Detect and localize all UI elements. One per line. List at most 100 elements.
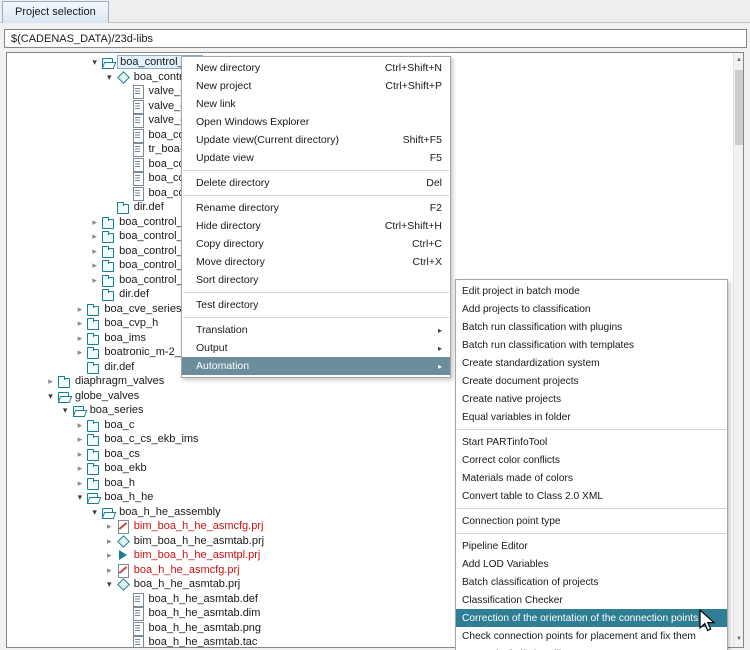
- menu-item[interactable]: Automation▸: [182, 357, 450, 375]
- doc-icon: [131, 622, 144, 634]
- doc-icon: [131, 143, 144, 155]
- collapse-arrow-icon[interactable]: ▾: [103, 70, 116, 85]
- expand-arrow-icon[interactable]: ▸: [73, 418, 86, 433]
- expand-arrow-icon[interactable]: ▸: [88, 229, 101, 244]
- tree-item-label: bim_boa_h_he_asmtpl.prj: [132, 549, 263, 561]
- menu-shortcut: Del: [426, 177, 442, 189]
- prj-edit-icon: [116, 564, 129, 576]
- expand-arrow-icon[interactable]: ▸: [103, 534, 116, 549]
- menu-item[interactable]: Batch run classification with templates: [456, 336, 727, 354]
- menu-separator: [457, 429, 726, 430]
- collapse-arrow-icon[interactable]: ▾: [88, 55, 101, 70]
- expand-arrow-icon[interactable]: ▸: [88, 215, 101, 230]
- menu-item[interactable]: Correction of the orientation of the con…: [456, 609, 727, 627]
- menu-item[interactable]: Create native projects: [456, 390, 727, 408]
- menu-separator: [183, 195, 449, 196]
- expand-arrow-icon[interactable]: ▸: [73, 302, 86, 317]
- expand-arrow-icon[interactable]: ▸: [73, 461, 86, 476]
- tree-item-label: boa_ims: [102, 332, 148, 344]
- menu-item-label: Delete directory: [196, 177, 270, 189]
- menu-item-label: Translation: [196, 324, 248, 336]
- collapse-arrow-icon[interactable]: ▾: [44, 389, 57, 404]
- menu-item[interactable]: Equal variables in folder: [456, 408, 727, 426]
- menu-item[interactable]: Delete directory Del: [182, 174, 450, 192]
- menu-item-label: Move directory: [196, 256, 265, 268]
- folder-open-icon: [101, 506, 114, 518]
- menu-item-label: Test directory: [196, 299, 258, 311]
- folder-icon: [101, 230, 114, 242]
- menu-item-label: Automation: [196, 360, 249, 372]
- expand-arrow-icon[interactable]: ▸: [73, 345, 86, 360]
- folder-icon: [101, 245, 114, 257]
- expand-arrow-icon[interactable]: ▸: [73, 447, 86, 462]
- menu-item[interactable]: Add LOD Variables: [456, 555, 727, 573]
- menu-item[interactable]: Edit project in batch mode: [456, 282, 727, 300]
- tab-bar: Project selection: [0, 0, 750, 23]
- expand-arrow-icon[interactable]: ▸: [73, 432, 86, 447]
- expand-arrow-icon[interactable]: ▸: [103, 519, 116, 534]
- menu-item-label: Copy directory: [196, 238, 264, 250]
- menu-item[interactable]: Batch classification of projects: [456, 573, 727, 591]
- menu-item-label: Open Windows Explorer: [196, 116, 309, 128]
- expand-arrow-icon[interactable]: ▸: [73, 331, 86, 346]
- scrollbar-thumb[interactable]: [735, 70, 743, 145]
- menu-item[interactable]: Pipeline Editor: [456, 537, 727, 555]
- scroll-up-icon[interactable]: ▲: [734, 53, 744, 68]
- menu-item[interactable]: Test directory: [182, 296, 450, 314]
- scroll-down-icon[interactable]: ▼: [734, 632, 744, 647]
- menu-item[interactable]: Batch run classification with plugins: [456, 318, 727, 336]
- menu-item-label: New directory: [196, 62, 260, 74]
- tab-project-selection[interactable]: Project selection: [2, 1, 109, 23]
- menu-item-label: Add LOD Variables: [462, 559, 548, 570]
- doc-icon: [131, 158, 144, 170]
- menu-item[interactable]: Rename directoryF2: [182, 199, 450, 217]
- scrollbar[interactable]: ▲ ▼: [733, 53, 743, 647]
- menu-item[interactable]: Update view(Current directory)Shift+F5: [182, 131, 450, 149]
- collapse-arrow-icon[interactable]: ▾: [88, 505, 101, 520]
- expand-arrow-icon[interactable]: ▸: [44, 374, 57, 389]
- menu-item[interactable]: Connection point type: [456, 512, 727, 530]
- menu-item[interactable]: New directoryCtrl+Shift+N: [182, 59, 450, 77]
- doc-icon: [131, 100, 144, 112]
- menu-item[interactable]: Output▸: [182, 339, 450, 357]
- expand-arrow-icon[interactable]: ▸: [103, 548, 116, 563]
- menu-item[interactable]: Translation▸: [182, 321, 450, 339]
- partadmin-window: Project selection ▾boa_control_dpr▾boa_c…: [0, 0, 750, 650]
- expand-arrow-icon[interactable]: ▸: [73, 476, 86, 491]
- expand-arrow-icon[interactable]: ▸: [88, 244, 101, 259]
- menu-item[interactable]: Convert table to Class 2.0 XML: [456, 487, 727, 505]
- menu-item[interactable]: Add projects to classification: [456, 300, 727, 318]
- asm-icon: [116, 578, 129, 590]
- menu-item[interactable]: Set End Of Life handling: [456, 645, 727, 650]
- expand-arrow-icon[interactable]: ▸: [88, 258, 101, 273]
- menu-item[interactable]: Hide directoryCtrl+Shift+H: [182, 217, 450, 235]
- collapse-arrow-icon[interactable]: ▾: [73, 490, 86, 505]
- menu-item[interactable]: New projectCtrl+Shift+P: [182, 77, 450, 95]
- menu-item[interactable]: Create document projects: [456, 372, 727, 390]
- doc-icon: [131, 129, 144, 141]
- menu-item[interactable]: Start PARTinfoTool: [456, 433, 727, 451]
- menu-item[interactable]: Sort directory: [182, 271, 450, 289]
- menu-separator: [183, 170, 449, 171]
- menu-item[interactable]: New link: [182, 95, 450, 113]
- menu-item[interactable]: Correct color conflicts: [456, 451, 727, 469]
- menu-item[interactable]: Copy directoryCtrl+C: [182, 235, 450, 253]
- path-input[interactable]: [4, 29, 747, 48]
- menu-item[interactable]: Update viewF5: [182, 149, 450, 167]
- menu-item[interactable]: Open Windows Explorer: [182, 113, 450, 131]
- collapse-arrow-icon[interactable]: ▾: [59, 403, 72, 418]
- menu-item-label: Batch classification of projects: [462, 577, 598, 588]
- expand-arrow-icon[interactable]: ▸: [88, 273, 101, 288]
- tree-item-label: boa_h_he_asmtab.png: [147, 622, 264, 634]
- menu-item[interactable]: Materials made of colors: [456, 469, 727, 487]
- expand-arrow-icon[interactable]: ▸: [103, 563, 116, 578]
- menu-shortcut: Ctrl+X: [413, 256, 442, 268]
- menu-item[interactable]: Move directory Ctrl+X: [182, 253, 450, 271]
- folder-icon: [101, 288, 114, 300]
- collapse-arrow-icon[interactable]: ▾: [103, 577, 116, 592]
- folder-icon: [86, 448, 99, 460]
- expand-arrow-icon[interactable]: ▸: [73, 316, 86, 331]
- menu-item[interactable]: Classification Checker: [456, 591, 727, 609]
- menu-item[interactable]: Create standardization system: [456, 354, 727, 372]
- menu-item[interactable]: Check connection points for placement an…: [456, 627, 727, 645]
